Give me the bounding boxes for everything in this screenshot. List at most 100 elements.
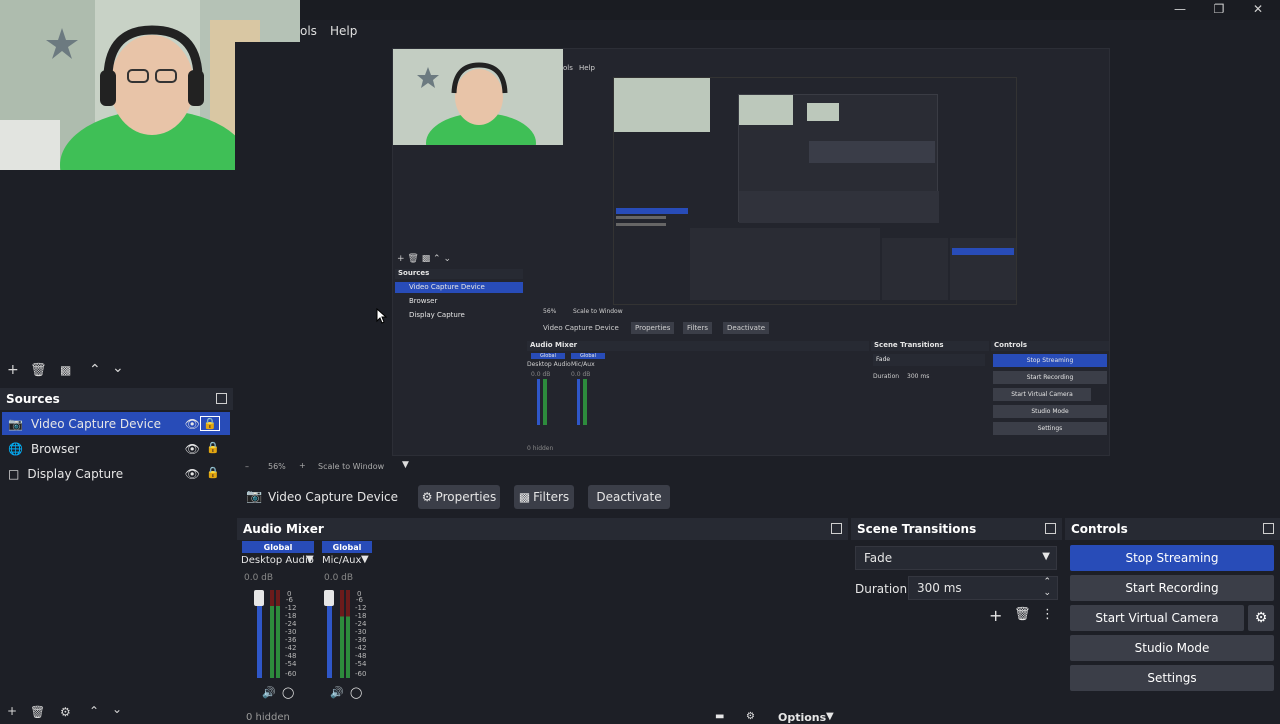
move-scene-up-icon[interactable]: ⌃ [89,362,101,378]
transition-select[interactable]: Fade ▼ [855,546,1057,570]
studio-mode-button[interactable]: Studio Mode [1070,635,1274,661]
deep-nested-window [613,77,1017,305]
visibility-eye-icon[interactable]: 👁 [185,467,200,481]
spin-arrows-icon[interactable]: ⌃ ⌄ [1043,577,1051,599]
camera-icon: 📷 [246,489,263,504]
mic-aux-label[interactable]: Mic/Aux [322,555,361,566]
nested-context-bar: Video Capture Device Properties Filters … [527,321,1109,335]
source-item-display-capture[interactable]: □ Display Capture 👁 🔒 [2,462,230,485]
nested-audio-mixer-title: Audio Mixer [527,341,869,351]
deep-controls [950,238,1016,300]
move-scene-down-icon[interactable]: ⌄ [112,360,124,376]
deep-webcam [614,78,710,132]
mixer-link-icon[interactable]: ⚙ [746,711,755,722]
properties-button[interactable]: ⚙ Properties [418,485,500,509]
close-button[interactable]: ✕ [1243,2,1273,18]
source-item-browser[interactable]: 🌐 Browser 👁 🔒 [2,437,230,460]
mic-monitor-headphone-icon[interactable]: ◯ [350,686,362,699]
visibility-eye-icon[interactable]: 👁 [185,442,200,456]
nested-scene-transitions: Scene Transitions Fade Duration 300 ms [871,341,989,455]
scale-tick: -24 [285,620,297,628]
remove-transition-icon[interactable]: 🗑 [1014,607,1031,622]
nested-global-1: Global [531,353,565,359]
add-transition-icon[interactable]: + [989,606,1002,625]
duration-spinbox[interactable]: 300 ms ⌃ ⌄ [908,576,1058,600]
chevron-down-icon[interactable]: ▼ [402,460,409,470]
duration-label: Duration [855,582,908,596]
source-properties-gear-icon[interactable]: ⚙ [60,705,71,719]
add-scene-icon[interactable]: + [7,362,19,378]
remove-source-icon[interactable]: 🗑 [30,705,45,719]
undock-icon[interactable] [216,393,227,404]
scale-tick: -6 [286,596,293,604]
desktop-audio-label[interactable]: Desktop Audio [241,555,314,566]
scale-tick: -18 [355,612,367,620]
sources-panel-header: Sources [0,388,233,410]
source-item-label: Video Capture Device [30,416,161,431]
zoom-out-button[interactable]: – [245,462,249,471]
remove-scene-icon[interactable]: 🗑 [30,363,47,378]
scene-filters-icon[interactable]: ▩ [60,363,71,377]
nested-controls: Controls Stop Streaming Start Recording … [991,341,1109,455]
nested-start-virtual-camera: Start Virtual Camera [993,388,1091,401]
lock-icon[interactable]: 🔒 [200,416,220,431]
start-recording-button[interactable]: Start Recording [1070,575,1274,601]
undock-icon[interactable] [1045,523,1056,534]
move-source-up-icon[interactable]: ⌃ [89,704,99,718]
scale-tick: -36 [285,636,297,644]
nested-source-item-2: Display Capture [409,311,465,319]
scale-tick: -12 [285,604,297,612]
scale-tick: -6 [356,596,363,604]
nested-stop-streaming: Stop Streaming [993,354,1107,367]
undock-icon[interactable] [831,523,842,534]
nested-controls-title: Controls [991,341,1109,351]
source-item-video-capture[interactable]: 📷 Video Capture Device 👁 🔒 [2,412,230,435]
visibility-eye-icon[interactable]: 👁 [185,417,200,431]
deep-mixer [690,228,880,300]
scale-tick: -24 [355,620,367,628]
add-source-icon[interactable]: + [7,704,17,718]
desktop-monitor-headphone-icon[interactable]: ◯ [282,686,294,699]
start-virtual-camera-button[interactable]: Start Virtual Camera [1070,605,1244,631]
preview-zoom-bar: – 56% + Scale to Window ▼ [235,460,1280,474]
scale-tick: -36 [355,636,367,644]
options-button[interactable]: Options [778,711,826,724]
settings-button[interactable]: Settings [1070,665,1274,691]
desktop-volume-handle[interactable] [254,590,264,606]
chevron-down-icon: ▼ [1042,551,1050,562]
scale-tick: -54 [355,660,367,668]
context-source-name: Video Capture Device [268,490,399,504]
scenes-list[interactable] [0,170,235,360]
nested-menu-help: Help [579,64,595,72]
menu-tools[interactable]: ols [300,24,317,38]
nested-deactivate: Deactivate [723,322,770,334]
nested-db-1: 0.0 dB [531,371,551,378]
mic-volume-handle[interactable] [324,590,334,606]
chevron-down-icon[interactable]: ▼ [826,711,834,722]
deep-sources [616,198,688,238]
deep-transitions [882,238,948,300]
nested-global-2: Global [571,353,605,359]
lock-icon[interactable]: 🔒 [206,441,220,454]
nested-duration-label: Duration [873,373,900,380]
chevron-down-icon[interactable]: ▼ [361,554,369,565]
mouse-cursor-icon [376,308,388,324]
more-options-icon[interactable]: ⋮ [1041,607,1054,622]
deactivate-button[interactable]: Deactivate [588,485,670,509]
stop-streaming-button[interactable]: Stop Streaming [1070,545,1274,571]
move-source-down-icon[interactable]: ⌄ [112,702,122,716]
desktop-mute-speaker-icon[interactable]: 🔊 [262,686,276,699]
menu-help[interactable]: Help [330,24,357,38]
minimize-button[interactable]: — [1165,2,1195,18]
scale-mode-select[interactable]: Scale to Window [318,462,384,471]
scene-transitions-title: Scene Transitions [857,522,977,536]
lock-icon[interactable]: 🔒 [206,466,220,479]
mic-mute-speaker-icon[interactable]: 🔊 [330,686,344,699]
filters-button[interactable]: ▩ Filters [514,485,574,509]
zoom-in-button[interactable]: + [299,461,306,470]
undock-icon[interactable] [1263,523,1274,534]
virtual-camera-settings-gear-icon[interactable]: ⚙ [1248,605,1274,631]
restore-button[interactable]: ❐ [1204,2,1234,18]
mixer-layout-icon[interactable]: ▬ [715,711,724,722]
chevron-down-icon[interactable]: ▼ [306,554,314,565]
